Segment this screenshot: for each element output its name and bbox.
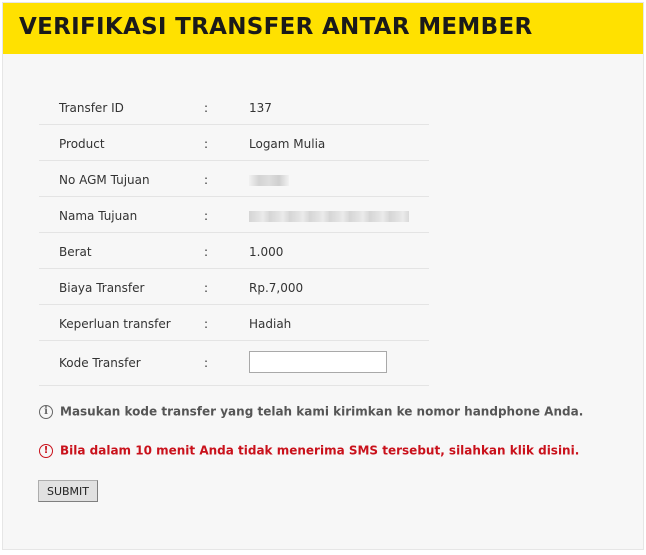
separator: : — [204, 356, 209, 370]
product-value: Logam Mulia — [249, 137, 326, 151]
separator: : — [204, 209, 209, 223]
row-transfer-id: Transfer ID : 137 — [39, 89, 429, 125]
separator: : — [204, 137, 209, 151]
submit-button[interactable]: SUBMIT — [38, 480, 98, 502]
row-product: Product : Logam Mulia — [39, 125, 429, 161]
separator: : — [204, 245, 209, 259]
info-notice: i Masukan kode transfer yang telah kami k… — [39, 404, 583, 419]
biaya-transfer-value: Rp.7,000 — [249, 281, 304, 295]
row-biaya-transfer: Biaya Transfer : Rp.7,000 — [39, 269, 429, 305]
info-notice-text: Masukan kode transfer yang telah kami ki… — [60, 404, 584, 419]
kode-transfer-input[interactable] — [249, 351, 387, 373]
keperluan-transfer-value: Hadiah — [249, 317, 292, 331]
transfer-id-value: 137 — [249, 101, 272, 115]
kode-transfer-label: Kode Transfer — [59, 356, 141, 370]
row-keperluan-transfer: Keperluan transfer : Hadiah — [39, 305, 429, 341]
redacted-recipient-name — [249, 211, 409, 222]
transfer-id-label: Transfer ID — [59, 101, 124, 115]
separator: : — [204, 101, 209, 115]
row-berat: Berat : 1.000 — [39, 233, 429, 269]
info-circle-icon: i — [39, 404, 53, 419]
row-kode-transfer: Kode Transfer : — [39, 341, 429, 386]
page-title: VERIFIKASI TRANSFER ANTAR MEMBER — [19, 14, 533, 40]
keperluan-transfer-label: Keperluan transfer — [59, 317, 171, 331]
biaya-transfer-label: Biaya Transfer — [59, 281, 145, 295]
exclamation-circle-icon: ! — [39, 443, 53, 458]
row-nama-tujuan: Nama Tujuan : — [39, 197, 429, 233]
redacted-agm-number — [249, 175, 289, 186]
separator: : — [204, 317, 209, 331]
row-no-agm-tujuan: No AGM Tujuan : — [39, 161, 429, 197]
no-agm-tujuan-label: No AGM Tujuan — [59, 173, 150, 187]
verification-panel: VERIFIKASI TRANSFER ANTAR MEMBER Transfe… — [2, 2, 644, 550]
separator: : — [204, 281, 209, 295]
warning-notice[interactable]: ! Bila dalam 10 menit Anda tidak menerima… — [39, 443, 579, 458]
product-label: Product — [59, 137, 105, 151]
transfer-details-table: Transfer ID : 137 Product : Logam Mulia … — [39, 89, 429, 386]
page-header: VERIFIKASI TRANSFER ANTAR MEMBER — [3, 3, 643, 54]
separator: : — [204, 173, 209, 187]
berat-value: 1.000 — [249, 245, 284, 259]
nama-tujuan-label: Nama Tujuan — [59, 209, 138, 223]
berat-label: Berat — [59, 245, 92, 259]
warning-notice-link[interactable]: Bila dalam 10 menit Anda tidak menerima … — [60, 444, 579, 458]
